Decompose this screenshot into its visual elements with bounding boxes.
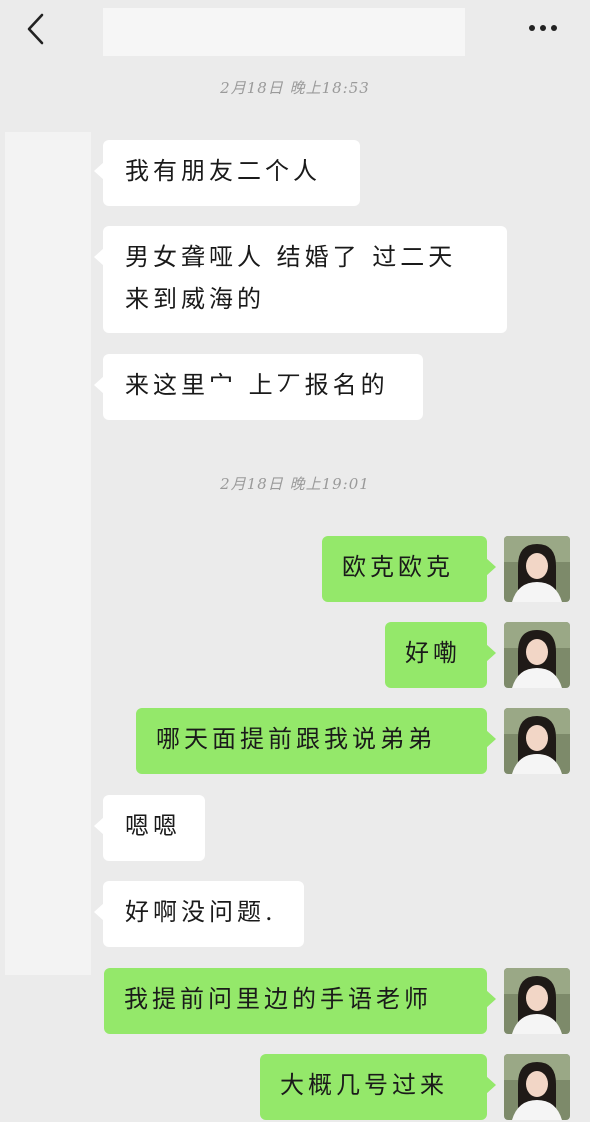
user-avatar[interactable]: [504, 536, 570, 602]
message-outgoing[interactable]: 大概几号过来: [260, 1054, 496, 1120]
message-text: 我提前问里边的手语老师: [124, 985, 432, 1013]
message-outgoing[interactable]: 欧克欧克: [322, 536, 496, 602]
chat-title: [103, 8, 465, 56]
message-incoming[interactable]: 男女聋哑人 结婚了 过二天 来到威海的: [94, 226, 507, 333]
message-outgoing[interactable]: 哪天面提前跟我说弟弟: [136, 708, 496, 774]
message-incoming[interactable]: 来这里宀 上丆报名的: [94, 354, 423, 420]
more-dots-icon[interactable]: [525, 16, 561, 40]
message-text: 大概几号过来: [280, 1071, 448, 1099]
timestamp: 2月18日 晚上19:01: [220, 475, 370, 493]
message-text: 嗯嗯: [125, 812, 181, 840]
user-avatar[interactable]: [504, 622, 570, 688]
contact-avatar-placeholder[interactable]: [5, 132, 91, 975]
message-text-line: 男女聋哑人 结婚了 过二天: [125, 243, 457, 271]
user-avatar[interactable]: [504, 968, 570, 1034]
user-avatar[interactable]: [504, 1054, 570, 1120]
message-outgoing[interactable]: 好嘞: [385, 622, 496, 688]
message-incoming[interactable]: 我有朋友二个人: [94, 140, 360, 206]
message-text: 我有朋友二个人: [125, 157, 321, 185]
chevron-left-icon[interactable]: [22, 12, 52, 46]
message-text: 好啊没问题.: [125, 898, 277, 926]
message-text-line: 来到威海的: [125, 285, 265, 313]
chat-header: [0, 0, 590, 60]
message-text: 好嘞: [405, 639, 461, 667]
user-avatar[interactable]: [504, 708, 570, 774]
message-text: 欧克欧克: [342, 553, 454, 581]
timestamp: 2月18日 晚上18:53: [220, 79, 370, 97]
message-text: 来这里宀 上丆报名的: [125, 371, 389, 399]
message-incoming[interactable]: 好啊没问题.: [94, 881, 304, 947]
message-incoming[interactable]: 嗯嗯: [94, 795, 205, 861]
message-outgoing[interactable]: 我提前问里边的手语老师: [104, 968, 496, 1034]
message-text: 哪天面提前跟我说弟弟: [156, 725, 436, 753]
